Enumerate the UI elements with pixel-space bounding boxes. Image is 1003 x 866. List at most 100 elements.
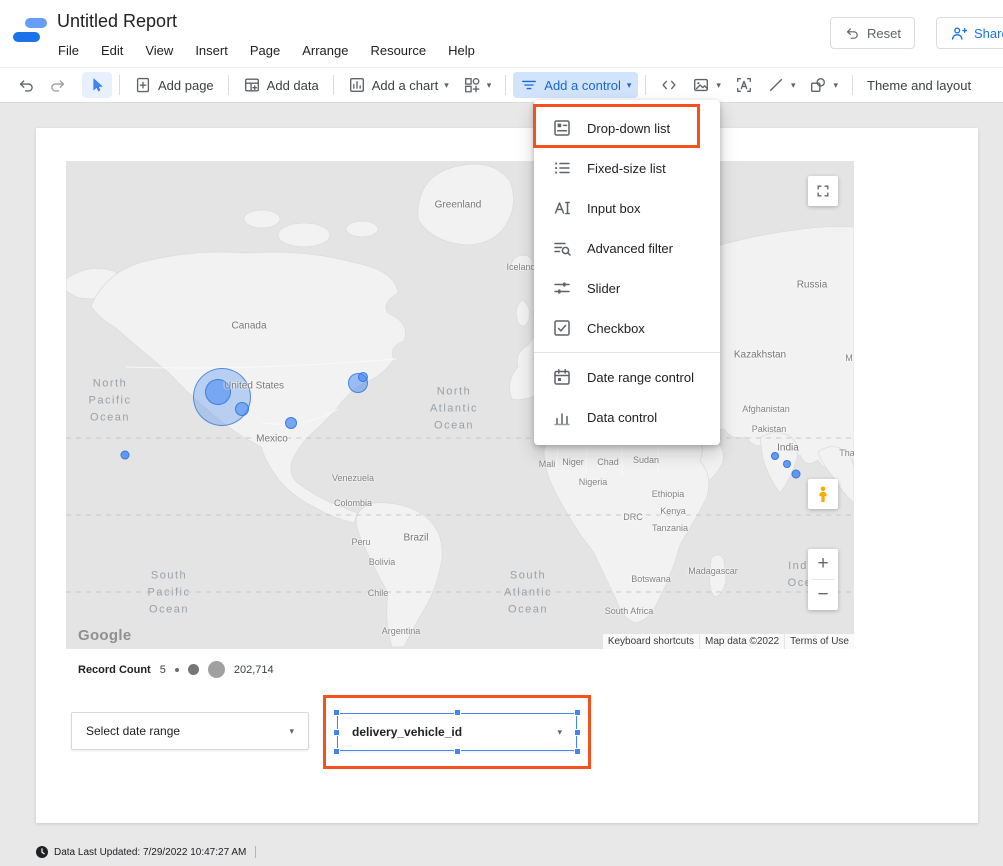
add-data-icon bbox=[243, 76, 261, 94]
street-view-pegman-button[interactable] bbox=[808, 479, 838, 509]
add-chart-button[interactable]: Add a chart ▾ bbox=[341, 72, 456, 98]
dropdown-field-label: delivery_vehicle_id bbox=[352, 725, 462, 739]
toolbar-divider bbox=[505, 75, 506, 95]
keyboard-shortcuts-link[interactable]: Keyboard shortcuts bbox=[603, 634, 699, 649]
zoom-in-button[interactable]: + bbox=[808, 549, 838, 579]
data-freshness-icon bbox=[36, 846, 48, 858]
caret-down-icon: ▾ bbox=[487, 81, 492, 90]
person-add-icon bbox=[950, 25, 967, 42]
insert-shape-button[interactable]: ▾ bbox=[802, 72, 845, 98]
share-button[interactable]: Share bbox=[936, 17, 1003, 49]
menu-view[interactable]: View bbox=[134, 39, 184, 62]
terms-of-use-link[interactable]: Terms of Use bbox=[785, 634, 854, 649]
menu-insert[interactable]: Insert bbox=[184, 39, 239, 62]
reset-button[interactable]: Reset bbox=[830, 17, 915, 49]
data-last-updated-text: Data Last Updated: 7/29/2022 10:47:27 AM bbox=[54, 847, 246, 858]
selection-handle[interactable] bbox=[574, 729, 581, 736]
bubble-size-legend: Record Count 5 202,714 bbox=[78, 661, 274, 678]
menu-page[interactable]: Page bbox=[239, 39, 291, 62]
menu-item-advanced-filter[interactable]: Advanced filter bbox=[534, 228, 720, 268]
selection-handle[interactable] bbox=[333, 748, 340, 755]
map-zoom-control: + − bbox=[808, 549, 838, 610]
menu-item-slider[interactable]: Slider bbox=[534, 268, 720, 308]
menu-item-fixed-size-list[interactable]: Fixed-size list bbox=[534, 148, 720, 188]
add-page-button[interactable]: Add page bbox=[127, 72, 221, 98]
menu-help[interactable]: Help bbox=[437, 39, 486, 62]
checkbox-icon bbox=[552, 318, 572, 338]
data-studio-logo-icon[interactable] bbox=[13, 15, 51, 51]
report-page[interactable]: NorthPacificOceanNorthAtlanticOceanSouth… bbox=[36, 128, 978, 823]
selection-handle[interactable] bbox=[454, 709, 461, 716]
world-map bbox=[66, 161, 854, 649]
menu-item-checkbox[interactable]: Checkbox bbox=[534, 308, 720, 348]
menu-item-date-range-control[interactable]: Date range control bbox=[534, 357, 720, 397]
menu-item-label: Data control bbox=[587, 410, 657, 425]
undo-button[interactable] bbox=[10, 72, 42, 98]
line-icon bbox=[767, 76, 785, 94]
menu-divider bbox=[534, 352, 720, 353]
app: { "header": { "title": "Untitled Report"… bbox=[0, 0, 1003, 866]
menu-arrange[interactable]: Arrange bbox=[291, 39, 359, 62]
menu-item-label: Fixed-size list bbox=[587, 161, 666, 176]
theme-label: Theme and layout bbox=[867, 78, 971, 93]
theme-and-layout-button[interactable]: Theme and layout bbox=[860, 74, 978, 97]
insert-image-button[interactable]: ▾ bbox=[685, 72, 728, 98]
legend-bubble-large bbox=[208, 661, 225, 678]
add-control-button[interactable]: Add a control ▾ bbox=[513, 72, 638, 98]
redo-button[interactable] bbox=[42, 72, 74, 98]
slider-icon bbox=[552, 278, 572, 298]
date-range-label: Select date range bbox=[86, 724, 180, 738]
cursor-icon bbox=[89, 76, 105, 94]
add-data-button[interactable]: Add data bbox=[236, 72, 326, 98]
dropdown-list-control[interactable]: delivery_vehicle_id ▾ bbox=[337, 713, 577, 751]
menu-item-label: Advanced filter bbox=[587, 241, 673, 256]
menu-item-input-box[interactable]: Input box bbox=[534, 188, 720, 228]
insert-text-button[interactable] bbox=[728, 72, 760, 98]
text-box-icon bbox=[735, 76, 753, 94]
selection-handle[interactable] bbox=[333, 709, 340, 716]
menu-item-drop-down-list[interactable]: Drop-down list bbox=[534, 108, 720, 148]
caret-down-icon: ▾ bbox=[791, 81, 796, 90]
add-page-icon bbox=[134, 76, 152, 94]
menu-item-label: Drop-down list bbox=[587, 121, 670, 136]
legend-bubble-medium bbox=[188, 664, 199, 675]
bubble-map-chart[interactable]: NorthPacificOceanNorthAtlanticOceanSouth… bbox=[66, 161, 854, 649]
embed-url-button[interactable] bbox=[653, 72, 685, 98]
toolbar: Add page Add data Add a chart ▾ ▾ Add a … bbox=[0, 67, 1003, 103]
zoom-out-button[interactable]: − bbox=[808, 580, 838, 610]
menu-item-label: Slider bbox=[587, 281, 620, 296]
shape-icon bbox=[809, 76, 827, 94]
menu-item-data-control[interactable]: Data control bbox=[534, 397, 720, 437]
reset-label: Reset bbox=[867, 26, 901, 41]
code-icon bbox=[660, 76, 678, 94]
advanced-filter-icon bbox=[552, 238, 572, 258]
image-icon bbox=[692, 76, 710, 94]
map-attribution: Keyboard shortcuts Map data ©2022 Terms … bbox=[603, 634, 854, 649]
map-fullscreen-button[interactable] bbox=[808, 176, 838, 206]
menubar: File Edit View Insert Page Arrange Resou… bbox=[47, 39, 486, 62]
google-maps-logo[interactable]: Google bbox=[78, 627, 131, 644]
add-chart-icon bbox=[348, 76, 366, 94]
selection-handle[interactable] bbox=[333, 729, 340, 736]
community-visualizations-button[interactable]: ▾ bbox=[456, 72, 499, 98]
report-title[interactable]: Untitled Report bbox=[57, 11, 177, 32]
date-range-control[interactable]: Select date range ▾ bbox=[71, 712, 309, 750]
toolbar-divider bbox=[228, 75, 229, 95]
editor-canvas[interactable]: NorthPacificOceanNorthAtlanticOceanSouth… bbox=[0, 103, 1003, 866]
selection-handle[interactable] bbox=[574, 748, 581, 755]
caret-down-icon: ▾ bbox=[716, 81, 721, 90]
map-data-label: Map data ©2022 bbox=[700, 634, 784, 649]
caret-down-icon: ▾ bbox=[557, 728, 562, 737]
menu-file[interactable]: File bbox=[47, 39, 90, 62]
status-divider bbox=[255, 846, 256, 858]
logo-bar bbox=[25, 18, 47, 28]
menu-item-label: Date range control bbox=[587, 370, 694, 385]
menu-resource[interactable]: Resource bbox=[359, 39, 437, 62]
selection-handle[interactable] bbox=[454, 748, 461, 755]
selection-handle[interactable] bbox=[574, 709, 581, 716]
select-tool-button[interactable] bbox=[82, 72, 112, 98]
share-label: Share bbox=[974, 26, 1003, 41]
input-box-icon bbox=[552, 198, 572, 218]
insert-line-button[interactable]: ▾ bbox=[760, 72, 803, 98]
menu-edit[interactable]: Edit bbox=[90, 39, 134, 62]
